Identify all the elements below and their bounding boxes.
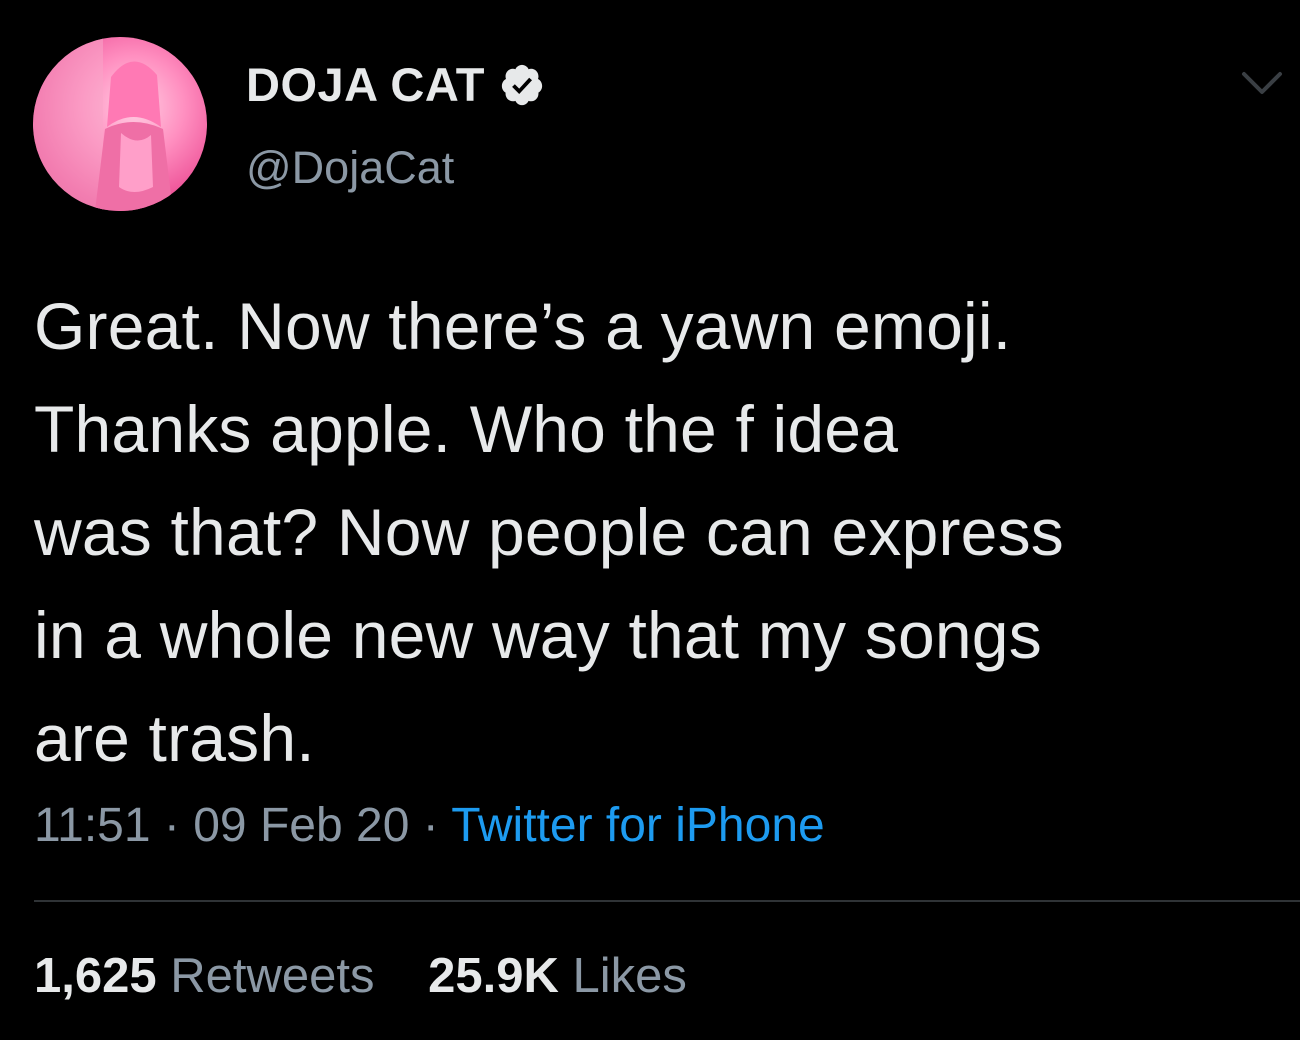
tweet-stats: 1,625 Retweets 25.9K Likes: [34, 948, 687, 1004]
divider: [34, 900, 1300, 902]
author-display-name[interactable]: DOJA CAT: [246, 57, 545, 112]
verified-badge-icon: [501, 64, 543, 105]
author-handle[interactable]: @DojaCat: [246, 142, 454, 194]
tweet-text: Great. Now there’s a yawn emoji. Thanks …: [34, 289, 1064, 775]
tweet-meta: 11:51 · 09 Feb 20 · Twitter for iPhone: [34, 798, 825, 853]
retweets-stat[interactable]: 1,625 Retweets: [34, 948, 375, 1004]
avatar-image: [33, 37, 173, 211]
retweets-count: 1,625: [34, 949, 157, 1003]
meta-separator: ·: [422, 799, 439, 852]
avatar[interactable]: [33, 37, 207, 211]
tweet-source-link[interactable]: Twitter for iPhone: [451, 799, 825, 852]
author-name-text[interactable]: DOJA CAT: [246, 57, 485, 112]
tweet-date[interactable]: 09 Feb 20: [193, 799, 409, 852]
retweets-label: Retweets: [170, 949, 375, 1003]
chevron-down-icon[interactable]: [1240, 68, 1284, 98]
tweet-time[interactable]: 11:51: [34, 799, 151, 852]
likes-stat[interactable]: 25.9K Likes: [428, 948, 687, 1004]
meta-separator: ·: [163, 799, 180, 852]
likes-count: 25.9K: [428, 949, 559, 1003]
likes-label: Likes: [572, 949, 687, 1003]
